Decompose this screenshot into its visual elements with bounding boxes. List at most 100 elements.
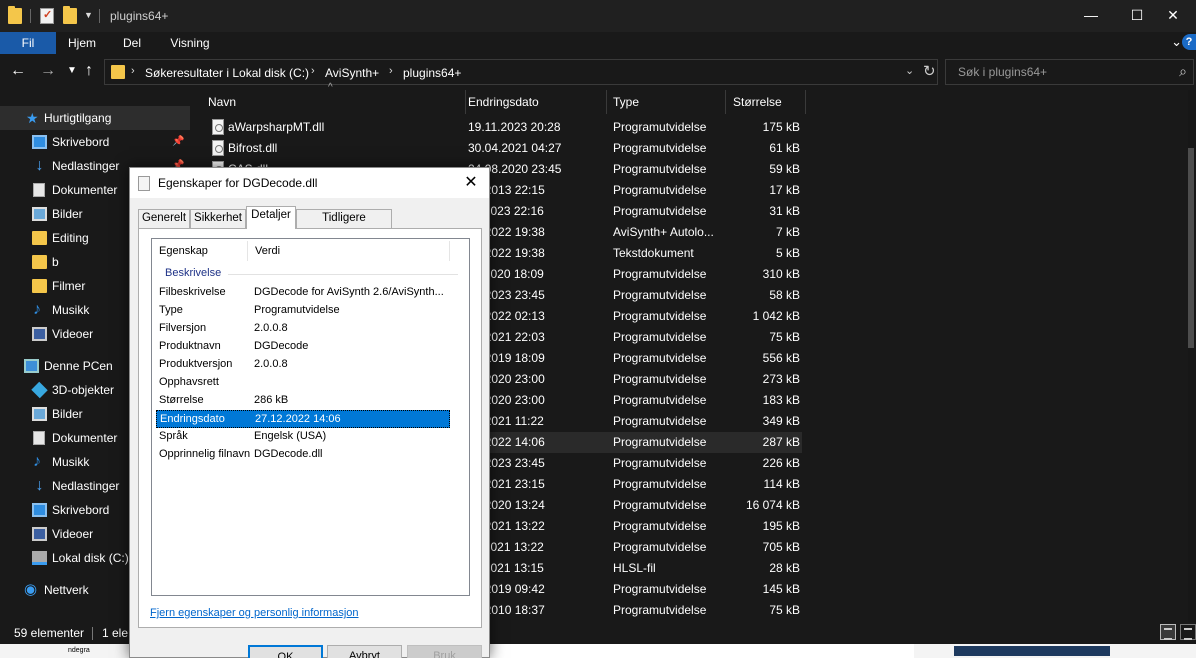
- breadcrumb-search-results[interactable]: Søkeresultater i Lokal disk (C:): [145, 66, 309, 80]
- column-header-value[interactable]: Verdi: [248, 239, 448, 263]
- sidebar-item-label: Videoer: [52, 327, 94, 341]
- tab-visning[interactable]: Visning: [160, 32, 220, 54]
- column-header-date[interactable]: Endringsdato: [460, 90, 606, 114]
- cell-name: aWarpsharpMT.dll: [228, 120, 325, 134]
- download-icon: ↓: [35, 477, 44, 494]
- property-name: Størrelse: [159, 394, 204, 406]
- property-name: Produktversjon: [159, 358, 233, 370]
- property-row[interactable]: Filbeskrivelse DGDecode for AviSynth 2.6/…: [156, 284, 450, 302]
- cell-size: 5 kB: [775, 246, 800, 260]
- tab-previous-versions[interactable]: Tidligere versjoner: [296, 209, 392, 241]
- breadcrumb-avisynth[interactable]: AviSynth+: [325, 66, 379, 80]
- property-row[interactable]: Opphavsrett: [156, 374, 450, 392]
- table-row[interactable]: aWarpsharpMT.dll 19.11.2023 20:28 Programu…: [190, 117, 802, 138]
- sidebar-item-label: Musikk: [52, 455, 90, 469]
- breadcrumb-chevron-icon[interactable]: ›: [311, 65, 315, 77]
- cell-size: 75 kB: [769, 330, 800, 344]
- help-icon[interactable]: ?: [1182, 34, 1196, 50]
- taskbar-item[interactable]: ndegra: [0, 644, 129, 658]
- file-list-scrollbar[interactable]: [1188, 90, 1196, 622]
- recent-locations-chevron-icon[interactable]: ▼: [67, 65, 77, 76]
- cell-type: Programutvidelse: [613, 603, 707, 617]
- breadcrumb-chevron-icon[interactable]: ›: [131, 65, 135, 77]
- property-row[interactable]: Endringsdato 27.12.2022 14:06: [156, 410, 450, 428]
- search-input[interactable]: [946, 60, 1166, 84]
- tab-security[interactable]: Sikkerhet: [190, 209, 246, 228]
- column-header-name[interactable]: Navn: [200, 90, 466, 114]
- tab-hjem[interactable]: Hjem: [58, 32, 106, 54]
- item-count: 59 elementer: [14, 626, 85, 640]
- property-row[interactable]: Størrelse 286 kB: [156, 392, 450, 410]
- breadcrumb-plugins64[interactable]: plugins64+: [403, 66, 461, 80]
- cell-size: 75 kB: [769, 603, 800, 617]
- window-title: plugins64+: [110, 9, 169, 23]
- property-row[interactable]: Produktversjon 2.0.0.8: [156, 356, 450, 374]
- sidebar-item-label: Dokumenter: [52, 183, 118, 197]
- cell-size: 349 kB: [762, 414, 800, 428]
- sidebar-item-label: Nedlastinger: [52, 159, 120, 173]
- property-row[interactable]: Type Programutvidelse: [156, 302, 450, 320]
- large-icons-view-button[interactable]: [1180, 624, 1196, 640]
- property-row[interactable]: Filversjon 2.0.0.8: [156, 320, 450, 338]
- computer-icon: [24, 359, 39, 373]
- address-dropdown-chevron-icon[interactable]: ⌄: [905, 64, 914, 77]
- property-list[interactable]: Egenskap Verdi Beskrivelse Filbeskrivels…: [151, 238, 470, 596]
- cell-size: 1 042 kB: [752, 309, 800, 323]
- property-value: DGDecode: [254, 340, 309, 352]
- sidebar-item-desktop[interactable]: Skrivebord 📌: [0, 130, 190, 154]
- close-button[interactable]: ✕: [1150, 0, 1196, 32]
- column-divider[interactable]: [449, 241, 450, 261]
- column-header-type[interactable]: Type: [605, 90, 725, 114]
- expand-ribbon-chevron-icon[interactable]: ⌄: [1171, 34, 1182, 50]
- taskbar-item-label: ndegra: [68, 647, 90, 654]
- dialog-close-button[interactable]: ✕: [459, 172, 483, 194]
- property-value: 2.0.0.8: [254, 358, 288, 370]
- new-folder-icon[interactable]: [63, 6, 77, 24]
- ok-button[interactable]: OK: [248, 645, 323, 658]
- group-header-description: Beskrivelse: [165, 267, 222, 279]
- property-row[interactable]: Produktnavn DGDecode: [156, 338, 450, 356]
- back-arrow-icon[interactable]: ←: [10, 62, 26, 80]
- details-view-button[interactable]: [1160, 624, 1176, 640]
- cell-type: Programutvidelse: [613, 498, 707, 512]
- tab-general[interactable]: Generelt: [138, 209, 190, 228]
- sidebar-item-label: Skrivebord: [52, 135, 110, 149]
- address-bar[interactable]: › Søkeresultater i Lokal disk (C:) › Avi…: [104, 59, 938, 85]
- cell-size: 16 074 kB: [745, 498, 800, 512]
- taskbar-item[interactable]: [914, 644, 1196, 658]
- folder-icon: [8, 6, 22, 24]
- tab-fil[interactable]: Fil: [0, 32, 56, 54]
- properties-icon[interactable]: [40, 8, 54, 24]
- column-header-property[interactable]: Egenskap: [152, 239, 248, 263]
- up-arrow-icon[interactable]: ↑: [85, 62, 93, 80]
- tab-details[interactable]: Detaljer: [246, 206, 296, 229]
- minimize-button[interactable]: —: [1068, 0, 1114, 32]
- property-row[interactable]: Språk Engelsk (USA): [156, 428, 450, 446]
- dialog-title-bar[interactable]: Egenskaper for DGDecode.dll ✕: [130, 168, 489, 198]
- remove-properties-link[interactable]: Fjern egenskaper og personlig informasjo…: [150, 607, 359, 619]
- scrollbar-thumb[interactable]: [1188, 148, 1194, 348]
- cancel-button[interactable]: Avbryt: [327, 645, 402, 658]
- refresh-icon[interactable]: ↻: [923, 62, 936, 80]
- forward-arrow-icon[interactable]: →: [40, 62, 56, 80]
- breadcrumb-chevron-icon[interactable]: ›: [389, 65, 393, 77]
- cell-type: Programutvidelse: [613, 267, 707, 281]
- title-bar: ▼ plugins64+ — ☐ ✕: [0, 0, 1196, 32]
- search-icon[interactable]: ⌕: [1179, 63, 1187, 80]
- property-row[interactable]: Opprinnelig filnavn DGDecode.dll: [156, 446, 450, 464]
- tab-del[interactable]: Del: [112, 32, 152, 54]
- customize-toolbar-chevron-icon[interactable]: ▼: [84, 10, 93, 20]
- property-name: Opprinnelig filnavn: [159, 448, 251, 460]
- sidebar-item-quick-access[interactable]: ★ Hurtigtilgang: [0, 106, 190, 130]
- folder-icon: [32, 279, 47, 293]
- folder-icon: [32, 255, 47, 269]
- search-box[interactable]: ⌕: [945, 59, 1194, 85]
- table-row[interactable]: Bifrost.dll 30.04.2021 04:27 Programutvide…: [190, 138, 802, 159]
- apply-button[interactable]: Bruk: [407, 645, 482, 658]
- selection-count: 1 ele: [102, 626, 129, 640]
- column-header-size[interactable]: Størrelse: [725, 90, 805, 114]
- sidebar-item-label: Videoer: [52, 527, 94, 541]
- dll-file-icon: [212, 140, 224, 156]
- sidebar-item-label: Hurtigtilgang: [44, 111, 112, 125]
- column-divider[interactable]: [805, 90, 806, 114]
